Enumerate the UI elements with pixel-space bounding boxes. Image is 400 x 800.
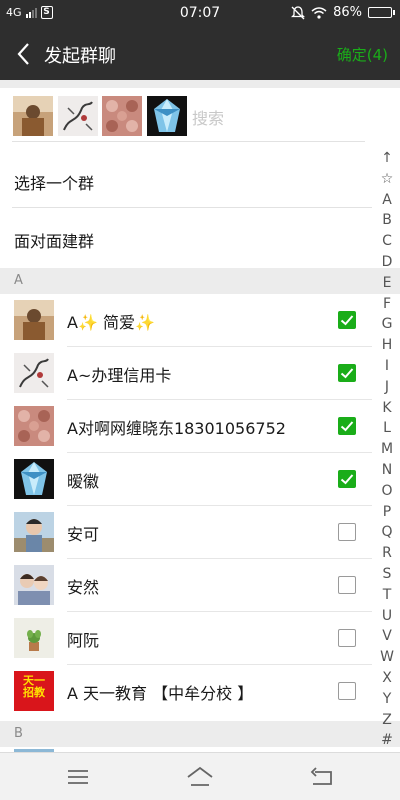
contact-row[interactable]: 天一 招教 A 天一教育 【中牟分校 】 bbox=[0, 665, 372, 718]
checkbox-unchecked[interactable] bbox=[338, 629, 356, 647]
wifi-icon bbox=[311, 6, 327, 19]
contact-name: 暧徽 bbox=[67, 472, 100, 491]
checkbox-checked[interactable] bbox=[338, 417, 356, 435]
index-letter[interactable]: T bbox=[376, 587, 398, 603]
select-group-option[interactable]: 选择一个群 bbox=[0, 152, 372, 210]
contact-row[interactable]: A对啊网缠晓东18301056752 bbox=[0, 400, 372, 453]
contact-name: A✨ 简爱✨ bbox=[67, 313, 155, 332]
search-underline bbox=[12, 141, 365, 142]
index-letter[interactable]: I bbox=[376, 358, 398, 374]
select-group-label: 选择一个群 bbox=[14, 174, 95, 193]
contact-row[interactable]: 安然 bbox=[0, 559, 372, 612]
section-header-b: B bbox=[0, 721, 400, 747]
header-gap bbox=[0, 80, 400, 88]
section-letter: A bbox=[14, 273, 23, 288]
index-letter[interactable]: H bbox=[376, 337, 398, 353]
contact-name: A~办理信用卡 bbox=[67, 366, 172, 385]
index-letter[interactable]: P bbox=[376, 504, 398, 520]
index-letter[interactable]: V bbox=[376, 628, 398, 644]
checkbox-checked[interactable] bbox=[338, 470, 356, 488]
index-letter[interactable]: Z bbox=[376, 712, 398, 728]
confirm-button[interactable]: 确定(4) bbox=[337, 44, 388, 65]
option-divider bbox=[12, 207, 372, 208]
check-icon bbox=[340, 474, 354, 485]
contact-name: 安可 bbox=[67, 525, 100, 544]
index-letter[interactable]: K bbox=[376, 400, 398, 416]
selected-avatar-blue-gem[interactable] bbox=[147, 96, 187, 136]
index-letter[interactable]: G bbox=[376, 316, 398, 332]
index-letter[interactable]: J bbox=[376, 379, 398, 395]
app-header: 发起群聊 确定(4) bbox=[0, 28, 400, 80]
page-title: 发起群聊 bbox=[44, 46, 116, 67]
index-letter[interactable]: B bbox=[376, 212, 398, 228]
checkbox-unchecked[interactable] bbox=[338, 682, 356, 700]
search-input[interactable] bbox=[192, 104, 362, 132]
index-letter[interactable]: O bbox=[376, 483, 398, 499]
avatar: 天一 招教 bbox=[14, 671, 54, 711]
index-letter[interactable]: F bbox=[376, 296, 398, 312]
contact-row[interactable]: 暧徽 bbox=[0, 453, 372, 506]
index-letter[interactable]: X bbox=[376, 670, 398, 686]
alphabet-index-bar[interactable]: ↑ ☆ A B C D E F G H I J K L M N O P Q R S T U V W X Y Z # bbox=[376, 150, 398, 754]
checkbox-unchecked[interactable] bbox=[338, 576, 356, 594]
back-nav-icon[interactable] bbox=[307, 763, 337, 791]
avatar bbox=[14, 406, 54, 446]
contact-row[interactable]: A✨ 简爱✨ bbox=[0, 294, 372, 347]
battery-icon bbox=[368, 7, 395, 18]
avatar bbox=[14, 618, 54, 658]
index-letter[interactable]: R bbox=[376, 545, 398, 561]
status-right: 86% bbox=[291, 5, 395, 20]
index-letter[interactable]: E bbox=[376, 275, 398, 291]
index-letter[interactable]: ☆ bbox=[376, 171, 398, 187]
contact-name: 阿阮 bbox=[67, 631, 100, 650]
contact-name: A对啊网缠晓东18301056752 bbox=[67, 419, 286, 438]
selected-avatar-ink-painting[interactable] bbox=[58, 96, 98, 136]
section-letter: B bbox=[14, 726, 23, 741]
logo-line-2: 招教 bbox=[23, 686, 45, 699]
mute-bell-icon bbox=[291, 5, 306, 19]
home-icon[interactable] bbox=[185, 763, 215, 791]
contact-name: A 天一教育 【中牟分校 】 bbox=[67, 684, 254, 703]
contact-row[interactable]: A~办理信用卡 bbox=[0, 347, 372, 400]
contact-row[interactable]: 安可 bbox=[0, 506, 372, 559]
back-arrow-icon[interactable] bbox=[12, 40, 36, 68]
index-letter[interactable]: # bbox=[376, 732, 398, 748]
index-letter[interactable]: Q bbox=[376, 524, 398, 540]
checkbox-checked[interactable] bbox=[338, 311, 356, 329]
index-letter[interactable]: N bbox=[376, 462, 398, 478]
battery-percent: 86% bbox=[333, 5, 362, 20]
index-letter[interactable]: D bbox=[376, 254, 398, 270]
check-icon bbox=[340, 368, 354, 379]
index-letter[interactable]: C bbox=[376, 233, 398, 249]
status-bar: 4G S 07:07 86% bbox=[0, 0, 400, 28]
check-icon bbox=[340, 421, 354, 432]
index-letter[interactable]: ↑ bbox=[376, 150, 398, 166]
section-header-a: A bbox=[0, 268, 400, 294]
avatar bbox=[14, 353, 54, 393]
contact-name: 安然 bbox=[67, 578, 100, 597]
menu-icon[interactable] bbox=[63, 763, 93, 791]
avatar bbox=[14, 459, 54, 499]
index-letter[interactable]: A bbox=[376, 192, 398, 208]
index-letter[interactable]: U bbox=[376, 608, 398, 624]
avatar bbox=[14, 565, 54, 605]
system-nav-bar bbox=[0, 752, 400, 800]
contact-row[interactable]: 阿阮 bbox=[0, 612, 372, 665]
selected-avatar-portrait[interactable] bbox=[13, 96, 53, 136]
index-letter[interactable]: W bbox=[376, 649, 398, 665]
index-letter[interactable]: M bbox=[376, 441, 398, 457]
avatar bbox=[14, 512, 54, 552]
checkbox-unchecked[interactable] bbox=[338, 523, 356, 541]
check-icon bbox=[340, 315, 354, 326]
index-letter[interactable]: Y bbox=[376, 691, 398, 707]
face-to-face-group-label: 面对面建群 bbox=[14, 232, 95, 251]
index-letter[interactable]: L bbox=[376, 420, 398, 436]
checkbox-checked[interactable] bbox=[338, 364, 356, 382]
avatar bbox=[14, 300, 54, 340]
face-to-face-group-option[interactable]: 面对面建群 bbox=[0, 210, 372, 268]
selected-avatar-pattern[interactable] bbox=[102, 96, 142, 136]
index-letter[interactable]: S bbox=[376, 566, 398, 582]
